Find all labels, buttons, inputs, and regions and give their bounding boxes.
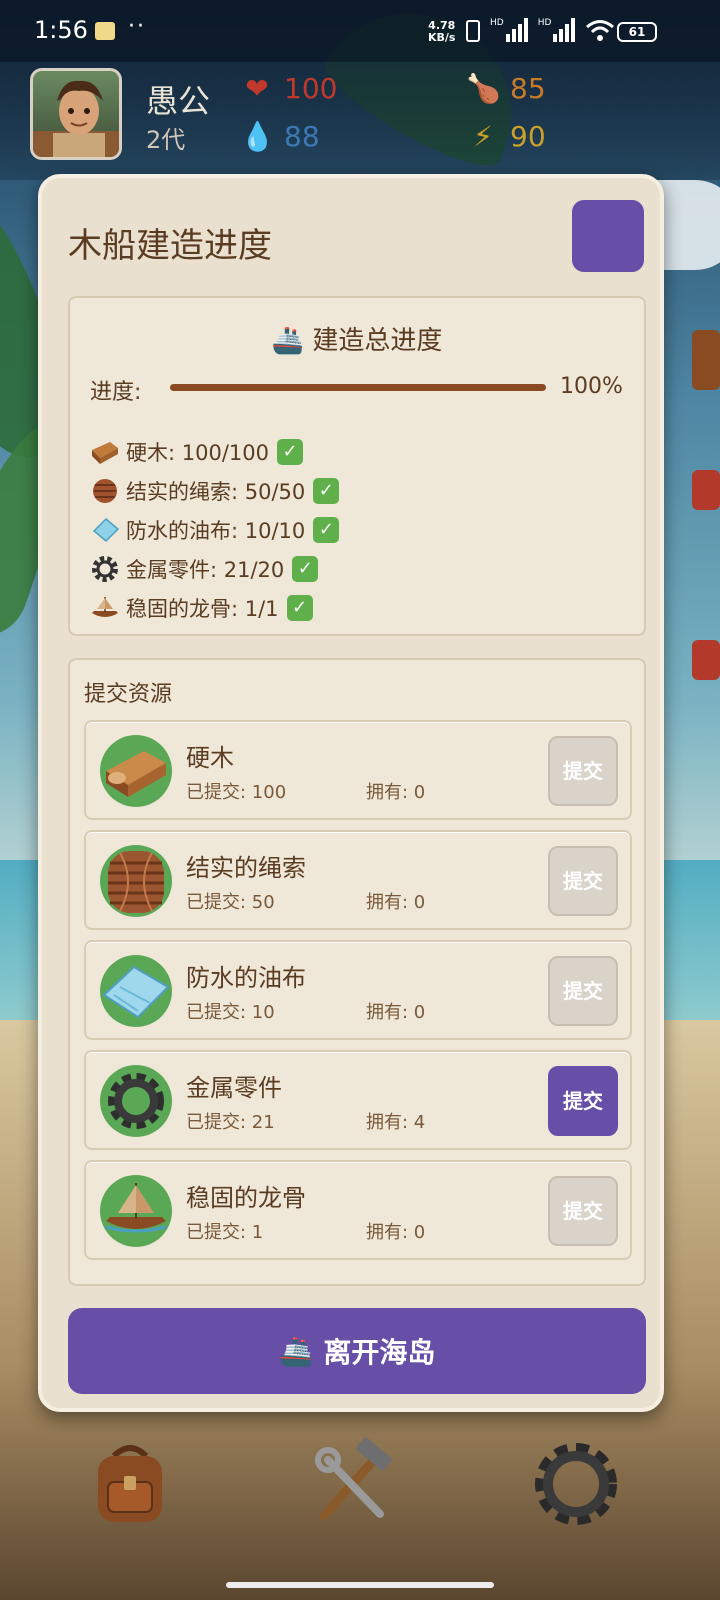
resource-name: 防水的油布 [186, 964, 306, 992]
resource-card-metal-parts: 金属零件 已提交: 21 拥有: 4 提交 [84, 1050, 632, 1150]
check-icon: ✓ [313, 516, 340, 543]
status-time: 1:56 [34, 16, 88, 44]
tarp-icon [90, 517, 120, 543]
keel-icon [90, 595, 120, 621]
resource-name: 金属零件 [186, 1074, 282, 1102]
wifi-icon [586, 20, 615, 41]
signal-icon: HD [538, 18, 576, 42]
submit-button-tarp[interactable]: 提交 [548, 956, 618, 1026]
health-stat: ❤ 100 [240, 72, 337, 105]
resource-submitted: 已提交: 50 [186, 892, 275, 913]
resource-card-tarp: 防水的油布 已提交: 10 拥有: 0 提交 [84, 940, 632, 1040]
gear-icon [90, 555, 120, 582]
progress-label: 进度: [90, 380, 142, 405]
resource-card-keel: 稳固的龙骨 已提交: 1 拥有: 0 提交 [84, 1160, 632, 1260]
close-button[interactable] [572, 200, 644, 272]
dialog-title: 木船建造进度 [68, 226, 272, 266]
character-portrait-icon [33, 80, 119, 157]
player-generation: 2代 [146, 126, 186, 154]
food-stat: 🍗 85 [466, 72, 546, 105]
check-icon: ✓ [292, 555, 319, 582]
submit-button-rope[interactable]: 提交 [548, 846, 618, 916]
signal-icon: HD [490, 18, 528, 42]
tarp-icon [100, 955, 172, 1027]
status-bar: 1:56 ·· 4.78 KB/s HD HD 61 [0, 0, 720, 62]
resource-name: 稳固的龙骨 [186, 1184, 306, 1212]
hardwood-icon [90, 439, 120, 465]
crafting-button[interactable] [306, 1437, 398, 1530]
overall-progress-title: 🚢 建造总进度 [271, 326, 443, 356]
backpack-icon [98, 1445, 162, 1522]
submit-button-keel[interactable]: 提交 [548, 1176, 618, 1246]
resource-owned: 拥有: 0 [366, 892, 426, 913]
gear-icon [100, 1065, 172, 1137]
notification-icon [95, 22, 115, 40]
home-indicator[interactable] [226, 1582, 494, 1588]
leave-island-button[interactable]: 🚢 离开海岛 [68, 1308, 646, 1394]
submit-button-metal-parts[interactable]: 提交 [548, 1066, 618, 1136]
water-drop-icon: 💧 [240, 120, 275, 153]
network-speed: 4.78 KB/s [428, 19, 456, 44]
lightning-icon: ⚡ [473, 120, 493, 153]
resource-owned: 拥有: 0 [366, 1002, 426, 1023]
submit-section-title: 提交资源 [84, 682, 173, 707]
requirement-item: 硬木: 100/100 ✓ [90, 432, 339, 471]
background-prop [692, 470, 720, 510]
progress-bar-fill [170, 384, 546, 391]
energy-stat: ⚡ 90 [466, 120, 545, 153]
avatar[interactable] [30, 68, 122, 160]
resource-name: 结实的绳索 [186, 854, 306, 882]
hardwood-icon [100, 735, 172, 807]
overall-progress-panel: 🚢 建造总进度 进度: 100% 硬木: 100/100 ✓ 结实的绳索: 50… [68, 296, 646, 636]
requirements-list: 硬木: 100/100 ✓ 结实的绳索: 50/50 ✓ 防水的油布: 10/1… [90, 432, 340, 627]
check-icon: ✓ [286, 594, 313, 621]
requirement-item: 防水的油布: 10/10 ✓ [90, 510, 340, 549]
boat-build-dialog: 木船建造进度 🚢 建造总进度 进度: 100% 硬木: 100/100 ✓ 结实… [38, 174, 664, 1412]
requirement-item: 金属零件: 21/20 ✓ [90, 549, 339, 588]
meat-icon: 🍗 [466, 72, 501, 105]
resource-owned: 拥有: 0 [366, 782, 426, 803]
more-notifications-icon: ·· [128, 14, 146, 39]
resource-submitted: 已提交: 100 [186, 782, 287, 803]
heart-icon: ❤ [245, 72, 269, 105]
requirement-item: 稳固的龙骨: 1/1 ✓ [90, 588, 339, 627]
resource-submitted: 已提交: 1 [186, 1222, 264, 1243]
progress-bar [170, 384, 546, 391]
vibrate-icon [466, 20, 480, 42]
background-prop [692, 330, 720, 390]
submit-button-hardwood[interactable]: 提交 [548, 736, 618, 806]
ship-icon: 🚢 [278, 1334, 314, 1368]
resource-card-rope: 结实的绳索 已提交: 50 拥有: 0 提交 [84, 830, 632, 930]
requirement-item: 结实的绳索: 50/50 ✓ [90, 471, 340, 510]
check-icon: ✓ [313, 477, 340, 504]
keel-icon [100, 1175, 172, 1247]
resource-submitted: 已提交: 21 [186, 1112, 275, 1133]
resource-card-hardwood: 硬木 已提交: 100 拥有: 0 提交 [84, 720, 632, 820]
battery-icon: 61 [617, 22, 657, 42]
resource-submitted: 已提交: 10 [186, 1002, 275, 1023]
settings-icon [535, 1443, 617, 1525]
rope-icon [100, 845, 172, 917]
player-name: 愚公 [146, 82, 211, 120]
rope-icon [90, 478, 120, 504]
ship-icon: 🚢 [271, 326, 305, 356]
status-icons: HD HD [466, 18, 615, 42]
backpack-button[interactable] [84, 1438, 176, 1530]
player-hud: 愚公 2代 ❤ 100 💧 88 🍗 85 ⚡ 90 [0, 62, 720, 180]
check-icon: ✓ [277, 438, 303, 465]
resource-name: 硬木 [186, 744, 234, 772]
background-prop [692, 640, 720, 680]
resource-owned: 拥有: 4 [366, 1112, 426, 1133]
settings-button[interactable] [530, 1438, 622, 1530]
tools-icon [315, 1437, 392, 1521]
resource-owned: 拥有: 0 [366, 1222, 426, 1243]
submit-resources-panel: 提交资源 硬木 已提交: 100 拥有: 0 提交 结实的绳索 已提交: 50 … [68, 658, 646, 1286]
water-stat: 💧 88 [240, 120, 320, 153]
progress-value: 100% [560, 374, 623, 399]
